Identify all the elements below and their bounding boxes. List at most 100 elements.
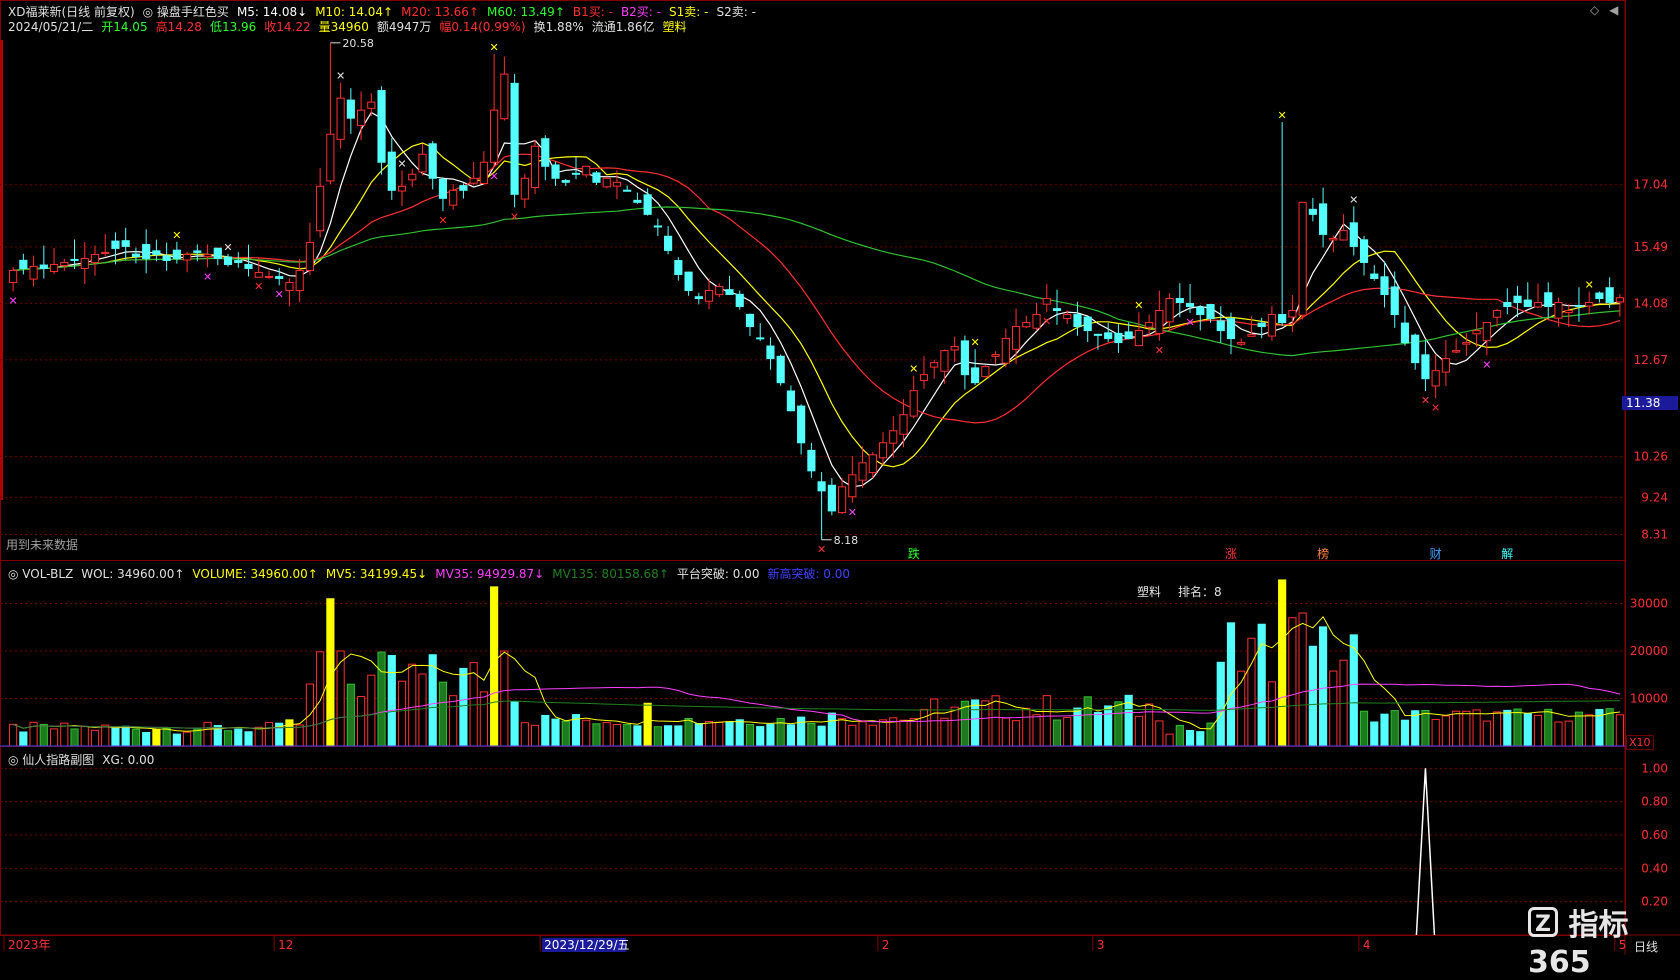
- volume-bar: [111, 727, 120, 747]
- candle-body: [275, 276, 284, 279]
- volume-bar: [838, 718, 847, 747]
- candle-body: [1134, 330, 1143, 347]
- price-legend-item: ◎ 操盘手红色买: [142, 5, 229, 19]
- volume-bar: [633, 725, 642, 747]
- candle-body: [674, 260, 683, 275]
- sub-legend-item: XG: 0.00: [102, 753, 155, 767]
- candle-body: [551, 164, 560, 179]
- volume-bar: [530, 724, 540, 747]
- candle-body: [561, 180, 570, 183]
- candle-body: [1063, 314, 1072, 320]
- candle-body: [60, 261, 69, 267]
- candle-body: [1380, 276, 1389, 296]
- candle-body: [1421, 354, 1430, 380]
- toolbar-icons[interactable]: ◇ ◀: [1590, 3, 1618, 17]
- volume-bar: [868, 724, 877, 747]
- candlesticks[interactable]: [9, 42, 1624, 540]
- volume-bar: [899, 719, 908, 747]
- candle-body: [950, 346, 959, 351]
- volume-bar: [377, 651, 386, 747]
- candle-body: [162, 255, 171, 261]
- price-legend-item: M10: 14.04↑: [315, 5, 394, 19]
- xg-indicator-line: [1415, 768, 1436, 936]
- quote-item: 2024/05/21/二: [8, 20, 94, 34]
- volume-bar: [19, 731, 28, 747]
- candle-body: [9, 269, 18, 283]
- volume-legend-item: ◎ VOL-BLZ: [8, 567, 74, 581]
- signal-x-marker: ✕: [1185, 316, 1194, 329]
- candle-body: [367, 101, 376, 109]
- volume-bars[interactable]: [9, 579, 1624, 747]
- volume-bar: [725, 721, 734, 747]
- candle-body: [1011, 326, 1021, 350]
- price-axis-label: 12.67: [1634, 353, 1668, 367]
- volume-bar: [807, 723, 816, 747]
- candle-body: [1042, 298, 1051, 305]
- signal-x-marker: ✕: [438, 214, 447, 227]
- volume-bar: [817, 725, 826, 747]
- candle-body: [295, 269, 304, 292]
- signal-x-marker: ✕: [1134, 299, 1143, 312]
- volume-mv5-line: [12, 615, 1620, 732]
- price-legend-item: B2买: -: [620, 5, 661, 19]
- candle-body: [131, 253, 141, 257]
- candle-body: [664, 235, 673, 251]
- volume-bar: [541, 714, 550, 747]
- candle-body: [1615, 297, 1624, 303]
- volume-bar: [316, 651, 325, 747]
- quote-summary-line2: 2024/05/21/二 开14.05 高14.28 低13.96 收14.22 量349…: [8, 18, 694, 35]
- candle-body: [1472, 330, 1481, 335]
- price-axis-label: 10.26: [1634, 449, 1668, 463]
- event-marker: 财: [1430, 547, 1442, 561]
- candle-body: [1247, 334, 1256, 337]
- candle-body: [1574, 304, 1584, 308]
- candle-body: [1155, 310, 1164, 334]
- candle-body: [756, 337, 765, 340]
- moving-average-lines: [13, 111, 1621, 488]
- quote-item: 开14.05: [101, 20, 148, 34]
- candle-body: [418, 153, 427, 173]
- candle-body: [1462, 342, 1471, 345]
- volume-bar: [1134, 715, 1143, 747]
- candle-body: [838, 486, 847, 514]
- candle-body: [1533, 302, 1543, 308]
- candle-body: [19, 259, 28, 269]
- volume-bar: [1503, 709, 1512, 747]
- candle-body: [1400, 322, 1410, 344]
- volume-bar: [1206, 722, 1215, 747]
- candle-body: [786, 390, 795, 412]
- volume-bar: [1042, 695, 1051, 747]
- volume-bar: [264, 721, 274, 747]
- candle-body: [1492, 310, 1502, 318]
- chart-canvas[interactable]: ✕ ✕ ✕ ✕ ✕ ✕ ✕ ✕ ✕ ✕ ✕ ✕ ✕ ✕ ✕ ✕ ✕ ✕ ✕ ✕ ✕ ✕ ✕ ✕ ✕ ✕ 17.04 15.49 14.…: [0, 0, 1680, 955]
- left-edge-bar: [0, 40, 3, 500]
- volume-bar: [858, 721, 867, 747]
- volume-bar: [1226, 622, 1236, 747]
- signal-x-marker: ✕: [1585, 279, 1594, 292]
- candle-body: [377, 90, 386, 163]
- volume-bar: [152, 728, 161, 747]
- volume-bar: [1185, 729, 1195, 747]
- candle-body: [981, 366, 990, 378]
- candle-body: [172, 249, 181, 259]
- volume-bar: [653, 726, 662, 747]
- volume-bar: [1032, 714, 1041, 747]
- candle-body: [1298, 201, 1307, 316]
- volume-bar: [295, 724, 304, 747]
- volume-bar: [1145, 703, 1154, 747]
- candle-body: [80, 257, 89, 269]
- candle-body: [1114, 332, 1123, 344]
- candle-body: [899, 414, 908, 435]
- volume-bar: [797, 716, 806, 747]
- candle-body: [387, 151, 396, 191]
- diamond-icon[interactable]: ◇: [1590, 3, 1599, 17]
- volume-bar: [940, 717, 949, 747]
- volume-bar: [1462, 710, 1471, 747]
- expand-icon[interactable]: ◀: [1609, 3, 1618, 17]
- volume-bar: [561, 720, 570, 747]
- volume-bar: [1564, 720, 1573, 747]
- volume-bar: [101, 724, 110, 747]
- volume-bar: [80, 725, 89, 747]
- candle-body: [1411, 334, 1420, 364]
- signal-x-marker: ✕: [1482, 358, 1491, 371]
